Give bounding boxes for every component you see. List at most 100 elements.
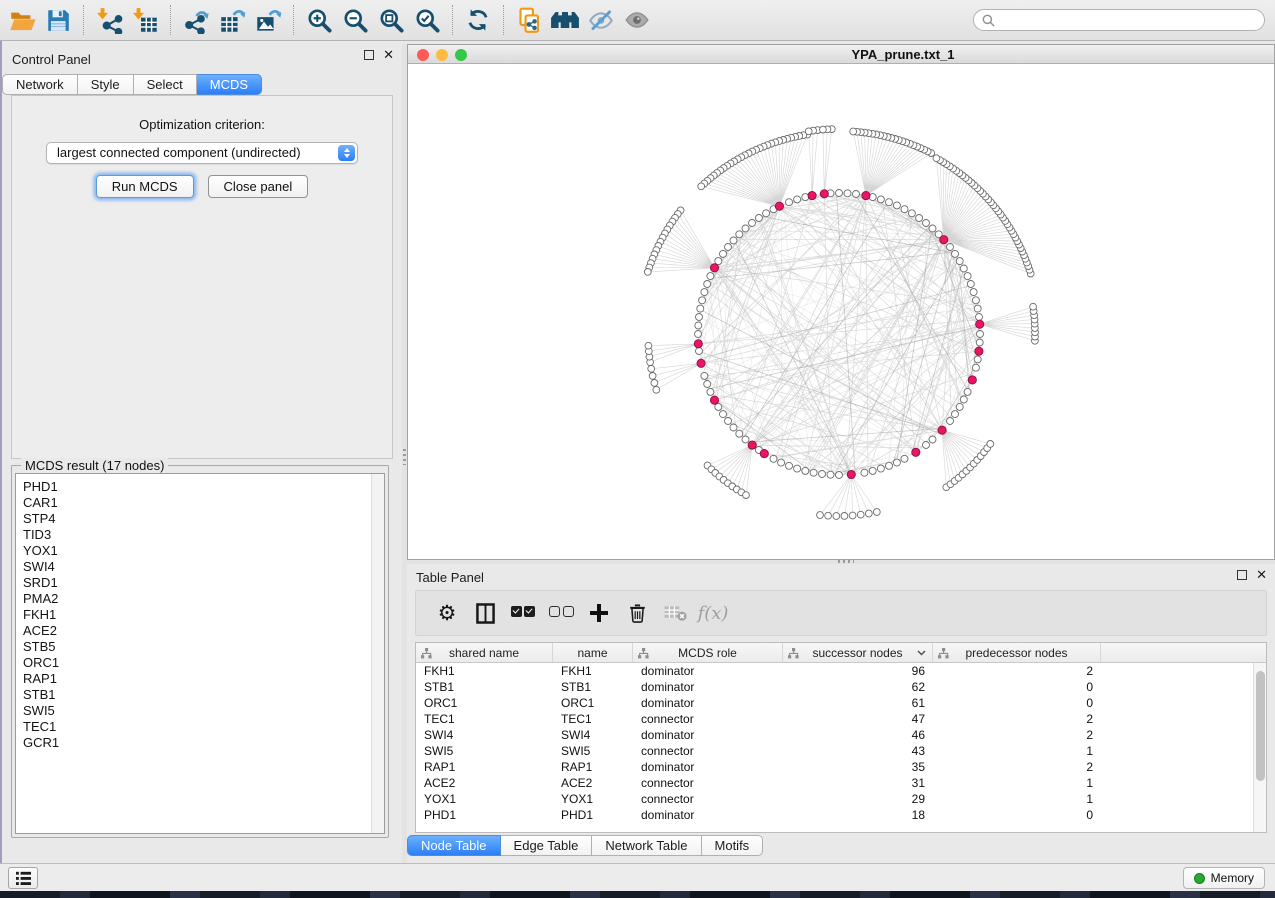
mcds-result-node[interactable]: SRD1 [23, 575, 384, 591]
mcds-result-node[interactable]: SWI4 [23, 559, 384, 575]
cell-MCDS-role: dominator [633, 679, 783, 695]
table-row[interactable]: YOX1YOX1connector291 [416, 791, 1266, 807]
show-all-button[interactable] [619, 3, 655, 37]
tab-motifs[interactable]: Motifs [702, 835, 764, 856]
cell-name: ORC1 [553, 695, 633, 711]
tab-network[interactable]: Network [2, 74, 78, 95]
mcds-result-node[interactable]: PHD1 [23, 479, 384, 495]
mcds-result-node[interactable]: STB5 [23, 639, 384, 655]
tab-node-table[interactable]: Node Table [407, 835, 501, 856]
maximize-traffic-light[interactable] [455, 49, 467, 61]
table-row[interactable]: SWI4SWI4dominator462 [416, 727, 1266, 743]
mcds-result-node[interactable]: STP4 [23, 511, 384, 527]
first-neighbors-binoculars-icon [550, 7, 580, 33]
optimization-criterion-label: Optimization criterion: [12, 117, 392, 132]
tab-network-table[interactable]: Network Table [592, 835, 701, 856]
close-panel-button[interactable]: Close panel [208, 175, 309, 198]
zoom-fit-button[interactable] [373, 3, 409, 37]
import-network-button[interactable] [91, 3, 127, 37]
control-panel-title: Control Panel [12, 52, 91, 67]
table-body: FKH1FKH1dominator962STB1STB1dominator620… [416, 663, 1266, 823]
memory-button[interactable]: Memory [1183, 867, 1265, 889]
export-image-button[interactable] [250, 3, 286, 37]
import-table-button[interactable] [127, 3, 163, 37]
column-header-successor-nodes[interactable]: successor nodes [783, 643, 933, 662]
float-panel-icon[interactable] [364, 50, 374, 60]
shared-column-icon [788, 648, 799, 659]
mcds-result-node[interactable]: TID3 [23, 527, 384, 543]
deselect-all-button[interactable] [542, 595, 580, 631]
mcds-result-node[interactable]: STB1 [23, 687, 384, 703]
table-row[interactable]: FKH1FKH1dominator962 [416, 663, 1266, 679]
mcds-result-node[interactable]: YOX1 [23, 543, 384, 559]
mcds-result-list[interactable]: PHD1CAR1STP4TID3YOX1SWI4SRD1PMA2FKH1ACE2… [15, 473, 385, 834]
tab-edge-table[interactable]: Edge Table [501, 835, 593, 856]
import-table-icon [132, 7, 159, 34]
select-all-button[interactable] [504, 595, 542, 631]
open-file-button[interactable] [4, 3, 40, 37]
delete-columns-button[interactable] [618, 595, 656, 631]
copy-network-button[interactable] [511, 3, 547, 37]
minimize-traffic-light[interactable] [436, 49, 448, 61]
mcds-result-node[interactable]: FKH1 [23, 607, 384, 623]
zoom-in-button[interactable] [301, 3, 337, 37]
cell-name: FKH1 [553, 663, 633, 679]
plus-icon [589, 603, 609, 623]
eye-icon [623, 7, 651, 33]
zoom-selected-button[interactable] [409, 3, 445, 37]
network-canvas[interactable] [408, 65, 1274, 559]
close-panel-icon[interactable]: ✕ [1256, 570, 1267, 580]
table-options-button[interactable]: ⚙ [428, 595, 466, 631]
column-header-predecessor-nodes[interactable]: predecessor nodes [933, 643, 1101, 662]
fx-icon: f(x) [698, 603, 729, 624]
console-button[interactable] [8, 867, 38, 889]
mcds-result-node[interactable]: SWI5 [23, 703, 384, 719]
column-header-MCDS-role[interactable]: MCDS role [633, 643, 783, 662]
table-scrollbar[interactable] [1253, 663, 1266, 832]
export-network-button[interactable] [178, 3, 214, 37]
close-panel-icon[interactable]: ✕ [383, 50, 394, 60]
table-row[interactable]: PHD1PHD1dominator180 [416, 807, 1266, 823]
mcds-result-node[interactable]: GCR1 [23, 735, 384, 751]
table-row[interactable]: ACE2ACE2connector311 [416, 775, 1266, 791]
mcds-result-node[interactable]: ORC1 [23, 655, 384, 671]
scrollbar-thumb[interactable] [1256, 671, 1265, 781]
column-header-shared-name[interactable]: shared name [416, 643, 553, 662]
first-neighbors-button[interactable] [547, 3, 583, 37]
table-row[interactable]: STB1STB1dominator620 [416, 679, 1266, 695]
cell-successor-nodes: 62 [783, 679, 933, 695]
optimization-criterion-select[interactable]: largest connected component (undirected) [46, 142, 358, 164]
mcds-result-node[interactable]: PMA2 [23, 591, 384, 607]
save-session-button[interactable] [40, 3, 76, 37]
create-column-button[interactable] [580, 595, 618, 631]
run-mcds-button[interactable]: Run MCDS [96, 175, 194, 198]
search-field[interactable] [973, 9, 1265, 31]
mcds-result-node[interactable]: TEC1 [23, 719, 384, 735]
zoom-out-button[interactable] [337, 3, 373, 37]
mcds-result-node[interactable]: CAR1 [23, 495, 384, 511]
table-row[interactable]: TEC1TEC1connector472 [416, 711, 1266, 727]
network-window-titlebar[interactable]: YPA_prune.txt_1 [408, 45, 1274, 64]
show-columns-button[interactable] [466, 595, 504, 631]
mcds-result-node[interactable]: RAP1 [23, 671, 384, 687]
import-network-icon [96, 7, 123, 34]
export-table-button[interactable] [214, 3, 250, 37]
memory-status-icon [1194, 873, 1205, 884]
tab-mcds[interactable]: MCDS [197, 74, 262, 95]
hide-selected-button[interactable] [583, 3, 619, 37]
copy-network-icon [516, 7, 543, 34]
table-row[interactable]: SWI5SWI5connector431 [416, 743, 1266, 759]
mcds-result-node[interactable]: ACE2 [23, 623, 384, 639]
table-row[interactable]: ORC1ORC1dominator610 [416, 695, 1266, 711]
float-panel-icon[interactable] [1237, 570, 1247, 580]
refresh-layout-button[interactable] [460, 3, 496, 37]
column-header-name[interactable]: name [553, 643, 633, 662]
result-list-scrollbar[interactable] [371, 474, 384, 833]
cell-shared-name: PHD1 [416, 807, 553, 823]
close-traffic-light[interactable] [417, 49, 429, 61]
tab-style[interactable]: Style [78, 74, 134, 95]
table-row[interactable]: RAP1RAP1dominator352 [416, 759, 1266, 775]
delete-table-button-disabled [656, 595, 694, 631]
search-input[interactable] [1001, 11, 1264, 29]
tab-select[interactable]: Select [134, 74, 197, 95]
